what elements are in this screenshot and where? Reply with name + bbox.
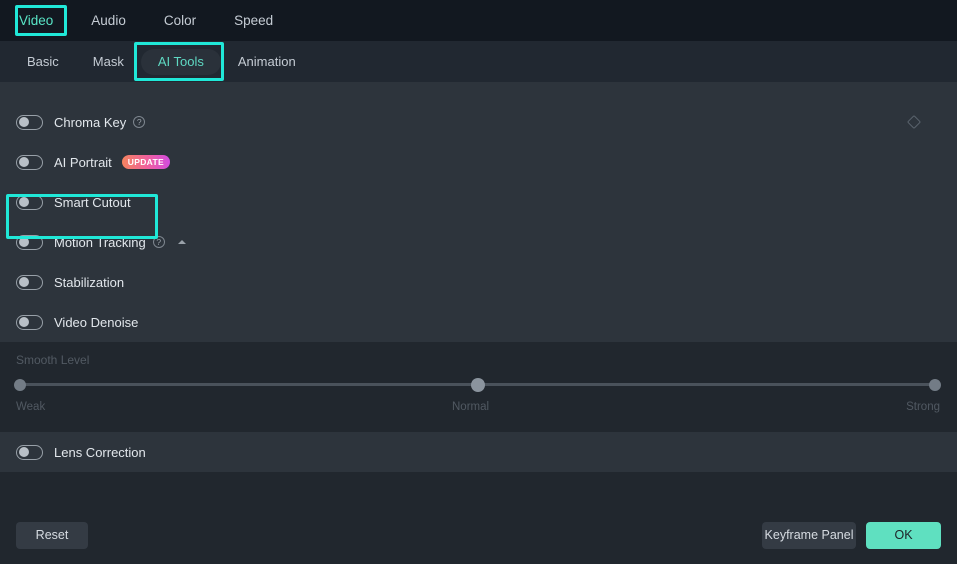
label-ai-portrait: AI Portrait xyxy=(54,154,112,170)
video-properties-panel: Video Audio Color Speed Basic Mask AI To… xyxy=(0,0,957,564)
label-motion-tracking: Motion Tracking xyxy=(54,234,146,250)
subtab-mask-label: Mask xyxy=(92,54,124,69)
tab-video-label: Video xyxy=(19,13,54,28)
reset-button[interactable]: Reset xyxy=(16,521,88,549)
row-stabilization[interactable]: Stabilization xyxy=(0,262,957,302)
toggle-lens-correction[interactable] xyxy=(16,444,43,460)
primary-tab-bar: Video Audio Color Speed xyxy=(0,0,957,41)
tab-speed-label: Speed xyxy=(234,13,274,28)
slider-handle[interactable] xyxy=(470,377,485,392)
row-lens-correction[interactable]: Lens Correction xyxy=(0,432,957,472)
keyframe-diamond-icon[interactable] xyxy=(906,114,922,130)
subtab-ai-tools-label: AI Tools xyxy=(157,54,204,69)
row-ai-portrait[interactable]: AI Portrait UPDATE xyxy=(0,142,957,182)
toggle-knob xyxy=(19,237,29,247)
ok-button[interactable]: OK xyxy=(866,521,941,549)
smooth-level-slider[interactable] xyxy=(14,377,941,392)
smooth-level-section: Smooth Level Weak Normal Strong xyxy=(0,342,957,432)
toggle-video-denoise[interactable] xyxy=(16,314,43,330)
tab-audio-label: Audio xyxy=(91,13,126,28)
help-icon-motion-tracking[interactable]: ? xyxy=(152,236,165,248)
toggle-knob xyxy=(19,157,29,167)
toggle-motion-tracking[interactable] xyxy=(16,234,43,250)
row-video-denoise[interactable]: Video Denoise xyxy=(0,302,957,342)
footer-bar: Reset Keyframe Panel OK xyxy=(0,506,957,564)
label-smooth-level: Smooth Level xyxy=(16,353,90,367)
subtab-basic[interactable]: Basic xyxy=(10,49,76,75)
subtab-basic-label: Basic xyxy=(27,54,59,69)
toggle-knob xyxy=(19,117,29,127)
tab-color[interactable]: Color xyxy=(145,0,215,41)
toggle-ai-portrait[interactable] xyxy=(16,154,43,170)
label-smart-cutout: Smart Cutout xyxy=(54,194,131,210)
slider-stop-weak[interactable] xyxy=(14,378,26,391)
tab-color-label: Color xyxy=(163,13,197,28)
ai-tools-list: Chroma Key ? AI Portrait UPDATE Smart Cu… xyxy=(0,82,957,528)
toggle-knob xyxy=(19,317,29,327)
row-smart-cutout[interactable]: Smart Cutout xyxy=(0,182,957,222)
toggle-knob xyxy=(19,197,29,207)
tick-label-strong: Strong xyxy=(906,401,940,413)
row-chroma-key[interactable]: Chroma Key ? xyxy=(0,102,957,142)
label-stabilization: Stabilization xyxy=(54,274,125,290)
toggle-knob xyxy=(19,277,29,287)
label-video-denoise: Video Denoise xyxy=(54,314,139,330)
tab-audio[interactable]: Audio xyxy=(72,0,145,41)
secondary-tab-bar: Basic Mask AI Tools Animation xyxy=(0,41,957,82)
reset-button-label: Reset xyxy=(35,528,69,542)
label-chroma-key: Chroma Key xyxy=(54,114,127,130)
slider-stop-strong[interactable] xyxy=(929,378,941,391)
collapse-caret-icon[interactable] xyxy=(177,240,186,244)
keyframe-panel-button[interactable]: Keyframe Panel xyxy=(762,521,856,549)
row-motion-tracking[interactable]: Motion Tracking ? xyxy=(0,222,957,262)
list-top-spacer xyxy=(0,82,957,102)
subtab-animation-label: Animation xyxy=(237,54,296,69)
subtab-mask[interactable]: Mask xyxy=(76,49,141,75)
tab-video[interactable]: Video xyxy=(0,0,72,41)
ok-button-label: OK xyxy=(894,528,913,542)
keyframe-panel-button-label: Keyframe Panel xyxy=(764,528,854,542)
label-lens-correction: Lens Correction xyxy=(54,444,146,460)
tab-speed[interactable]: Speed xyxy=(215,0,292,41)
tick-label-normal: Normal xyxy=(452,401,490,413)
subtab-ai-tools[interactable]: AI Tools xyxy=(140,48,221,75)
toggle-smart-cutout[interactable] xyxy=(16,194,43,210)
subtab-animation[interactable]: Animation xyxy=(221,49,313,75)
toggle-chroma-key[interactable] xyxy=(16,114,43,130)
update-badge: UPDATE xyxy=(121,154,170,170)
tick-label-weak: Weak xyxy=(16,401,46,413)
toggle-stabilization[interactable] xyxy=(16,274,43,290)
help-icon-chroma-key[interactable]: ? xyxy=(133,116,146,128)
toggle-knob xyxy=(19,447,29,457)
